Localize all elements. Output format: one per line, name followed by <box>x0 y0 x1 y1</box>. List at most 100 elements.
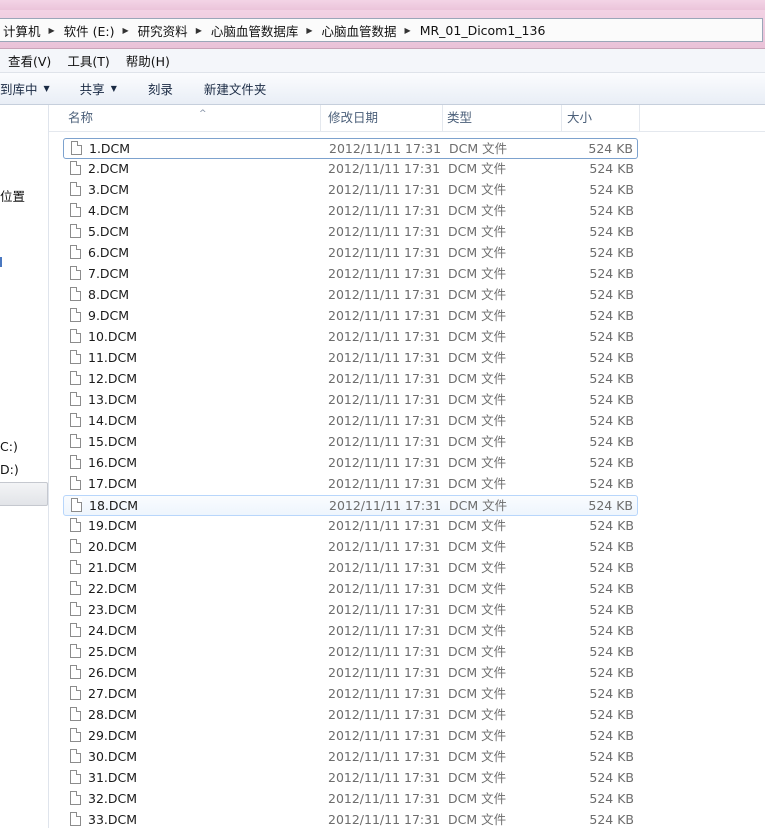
file-size: 524 KB <box>589 791 634 806</box>
file-size: 524 KB <box>589 455 634 470</box>
table-row[interactable]: 4.DCM 2012/11/11 17:31 DCM 文件 524 KB <box>63 201 638 222</box>
table-row[interactable]: 14.DCM 2012/11/11 17:31 DCM 文件 524 KB <box>63 411 638 432</box>
file-size: 524 KB <box>589 518 634 533</box>
table-row[interactable]: 29.DCM 2012/11/11 17:31 DCM 文件 524 KB <box>63 726 638 747</box>
table-row[interactable]: 7.DCM 2012/11/11 17:31 DCM 文件 524 KB <box>63 264 638 285</box>
table-row[interactable]: 1.DCM 2012/11/11 17:31 DCM 文件 524 KB <box>63 138 638 159</box>
file-date: 2012/11/11 17:31 <box>328 329 441 344</box>
menu-help[interactable]: 帮助(H) <box>118 51 178 70</box>
table-row[interactable]: 11.DCM 2012/11/11 17:31 DCM 文件 524 KB <box>63 348 638 369</box>
table-row[interactable]: 5.DCM 2012/11/11 17:31 DCM 文件 524 KB <box>63 222 638 243</box>
menu-tools[interactable]: 工具(T) <box>59 51 117 70</box>
file-icon <box>70 539 81 553</box>
file-name: 11.DCM <box>88 350 138 365</box>
file-size: 524 KB <box>589 686 634 701</box>
breadcrumb-research[interactable]: 研究资料 <box>138 21 188 40</box>
file-name: 15.DCM <box>88 434 138 449</box>
table-row[interactable]: 12.DCM 2012/11/11 17:31 DCM 文件 524 KB <box>63 369 638 390</box>
table-row[interactable]: 25.DCM 2012/11/11 17:31 DCM 文件 524 KB <box>63 642 638 663</box>
column-header-name[interactable]: 名称 ^ <box>63 105 321 131</box>
breadcrumb-data[interactable]: 心脑血管数据 <box>322 21 397 40</box>
chevron-right-icon[interactable]: ▶ <box>306 26 312 35</box>
table-row[interactable]: 19.DCM 2012/11/11 17:31 DCM 文件 524 KB <box>63 516 638 537</box>
breadcrumb-database[interactable]: 心脑血管数据库 <box>211 21 299 40</box>
file-icon <box>70 266 81 280</box>
file-name: 8.DCM <box>88 287 130 302</box>
file-type: DCM 文件 <box>448 539 507 554</box>
chevron-right-icon[interactable]: ▶ <box>123 26 129 35</box>
breadcrumb-drive-e[interactable]: 软件 (E:) <box>64 21 115 40</box>
table-row[interactable]: 9.DCM 2012/11/11 17:31 DCM 文件 524 KB <box>63 306 638 327</box>
include-in-library-button[interactable]: 到库中 ▼ <box>0 79 61 98</box>
column-header-type[interactable]: 类型 <box>442 105 562 131</box>
file-icon <box>70 455 81 469</box>
file-name: 22.DCM <box>88 581 138 596</box>
nav-item-fragment[interactable] <box>0 257 5 267</box>
file-icon <box>70 644 81 658</box>
table-row[interactable]: 26.DCM 2012/11/11 17:31 DCM 文件 524 KB <box>63 663 638 684</box>
file-size: 524 KB <box>589 161 634 176</box>
nav-item-location[interactable]: 位置 <box>0 186 25 205</box>
new-folder-button[interactable]: 新建文件夹 <box>184 79 278 98</box>
navigation-pane[interactable]: 位置 C:) D:) <box>0 105 49 828</box>
table-row[interactable]: 23.DCM 2012/11/11 17:31 DCM 文件 524 KB <box>63 600 638 621</box>
file-size: 524 KB <box>589 770 634 785</box>
file-list-view[interactable]: 名称 ^ 修改日期 类型 大小 1.DCM 2012/11/11 17:31 DCM… <box>49 105 765 828</box>
file-name: 7.DCM <box>88 266 130 281</box>
column-header-size[interactable]: 大小 <box>562 105 640 131</box>
command-toolbar: 到库中 ▼ 共享 ▼ 刻录 新建文件夹 <box>0 73 765 105</box>
file-icon <box>70 161 81 175</box>
file-type: DCM 文件 <box>448 749 507 764</box>
table-row[interactable]: 2.DCM 2012/11/11 17:31 DCM 文件 524 KB <box>63 159 638 180</box>
table-row[interactable]: 22.DCM 2012/11/11 17:31 DCM 文件 524 KB <box>63 579 638 600</box>
table-row[interactable]: 33.DCM 2012/11/11 17:31 DCM 文件 524 KB <box>63 810 638 828</box>
table-row[interactable]: 24.DCM 2012/11/11 17:31 DCM 文件 524 KB <box>63 621 638 642</box>
table-row[interactable]: 21.DCM 2012/11/11 17:31 DCM 文件 524 KB <box>63 558 638 579</box>
column-name-label: 名称 <box>68 110 94 125</box>
column-header-date[interactable]: 修改日期 <box>323 105 443 131</box>
chevron-right-icon[interactable]: ▶ <box>49 26 55 35</box>
file-type: DCM 文件 <box>448 686 507 701</box>
file-name: 24.DCM <box>88 623 138 638</box>
file-date: 2012/11/11 17:31 <box>328 581 441 596</box>
file-date: 2012/11/11 17:31 <box>328 707 441 722</box>
file-name: 31.DCM <box>88 770 138 785</box>
table-row[interactable]: 15.DCM 2012/11/11 17:31 DCM 文件 524 KB <box>63 432 638 453</box>
file-icon <box>70 329 81 343</box>
breadcrumb-computer[interactable]: 计算机 <box>3 21 41 40</box>
chevron-right-icon[interactable]: ▶ <box>405 26 411 35</box>
file-date: 2012/11/11 17:31 <box>328 791 441 806</box>
table-row[interactable]: 27.DCM 2012/11/11 17:31 DCM 文件 524 KB <box>63 684 638 705</box>
burn-button[interactable]: 刻录 <box>128 79 184 98</box>
nav-item-drive-d[interactable]: D:) <box>0 462 19 477</box>
table-row[interactable]: 10.DCM 2012/11/11 17:31 DCM 文件 524 KB <box>63 327 638 348</box>
table-row[interactable]: 13.DCM 2012/11/11 17:31 DCM 文件 524 KB <box>63 390 638 411</box>
breadcrumb[interactable]: 计算机 ▶ 软件 (E:) ▶ 研究资料 ▶ 心脑血管数据库 ▶ 心脑血管数据 … <box>0 18 763 42</box>
table-row[interactable]: 20.DCM 2012/11/11 17:31 DCM 文件 524 KB <box>63 537 638 558</box>
file-size: 524 KB <box>589 413 634 428</box>
nav-item-selected[interactable] <box>0 482 48 506</box>
table-row[interactable]: 31.DCM 2012/11/11 17:31 DCM 文件 524 KB <box>63 768 638 789</box>
file-size: 524 KB <box>588 498 633 513</box>
table-row[interactable]: 6.DCM 2012/11/11 17:31 DCM 文件 524 KB <box>63 243 638 264</box>
table-row[interactable]: 28.DCM 2012/11/11 17:31 DCM 文件 524 KB <box>63 705 638 726</box>
table-row[interactable]: 16.DCM 2012/11/11 17:31 DCM 文件 524 KB <box>63 453 638 474</box>
breadcrumb-current-folder[interactable]: MR_01_Dicom1_136 <box>420 23 546 38</box>
file-type: DCM 文件 <box>448 287 507 302</box>
menu-view[interactable]: 查看(V) <box>0 51 59 70</box>
file-icon <box>71 498 82 512</box>
nav-item-drive-c[interactable]: C:) <box>0 439 18 454</box>
table-row[interactable]: 30.DCM 2012/11/11 17:31 DCM 文件 524 KB <box>63 747 638 768</box>
table-row[interactable]: 18.DCM 2012/11/11 17:31 DCM 文件 524 KB <box>63 495 638 516</box>
share-button[interactable]: 共享 ▼ <box>61 79 128 98</box>
file-name: 33.DCM <box>88 812 138 827</box>
table-row[interactable]: 32.DCM 2012/11/11 17:31 DCM 文件 524 KB <box>63 789 638 810</box>
file-date: 2012/11/11 17:31 <box>328 455 441 470</box>
file-date: 2012/11/11 17:31 <box>328 287 441 302</box>
table-row[interactable]: 17.DCM 2012/11/11 17:31 DCM 文件 524 KB <box>63 474 638 495</box>
file-icon <box>70 371 81 385</box>
table-row[interactable]: 3.DCM 2012/11/11 17:31 DCM 文件 524 KB <box>63 180 638 201</box>
chevron-right-icon[interactable]: ▶ <box>196 26 202 35</box>
table-row[interactable]: 8.DCM 2012/11/11 17:31 DCM 文件 524 KB <box>63 285 638 306</box>
file-type: DCM 文件 <box>448 413 507 428</box>
